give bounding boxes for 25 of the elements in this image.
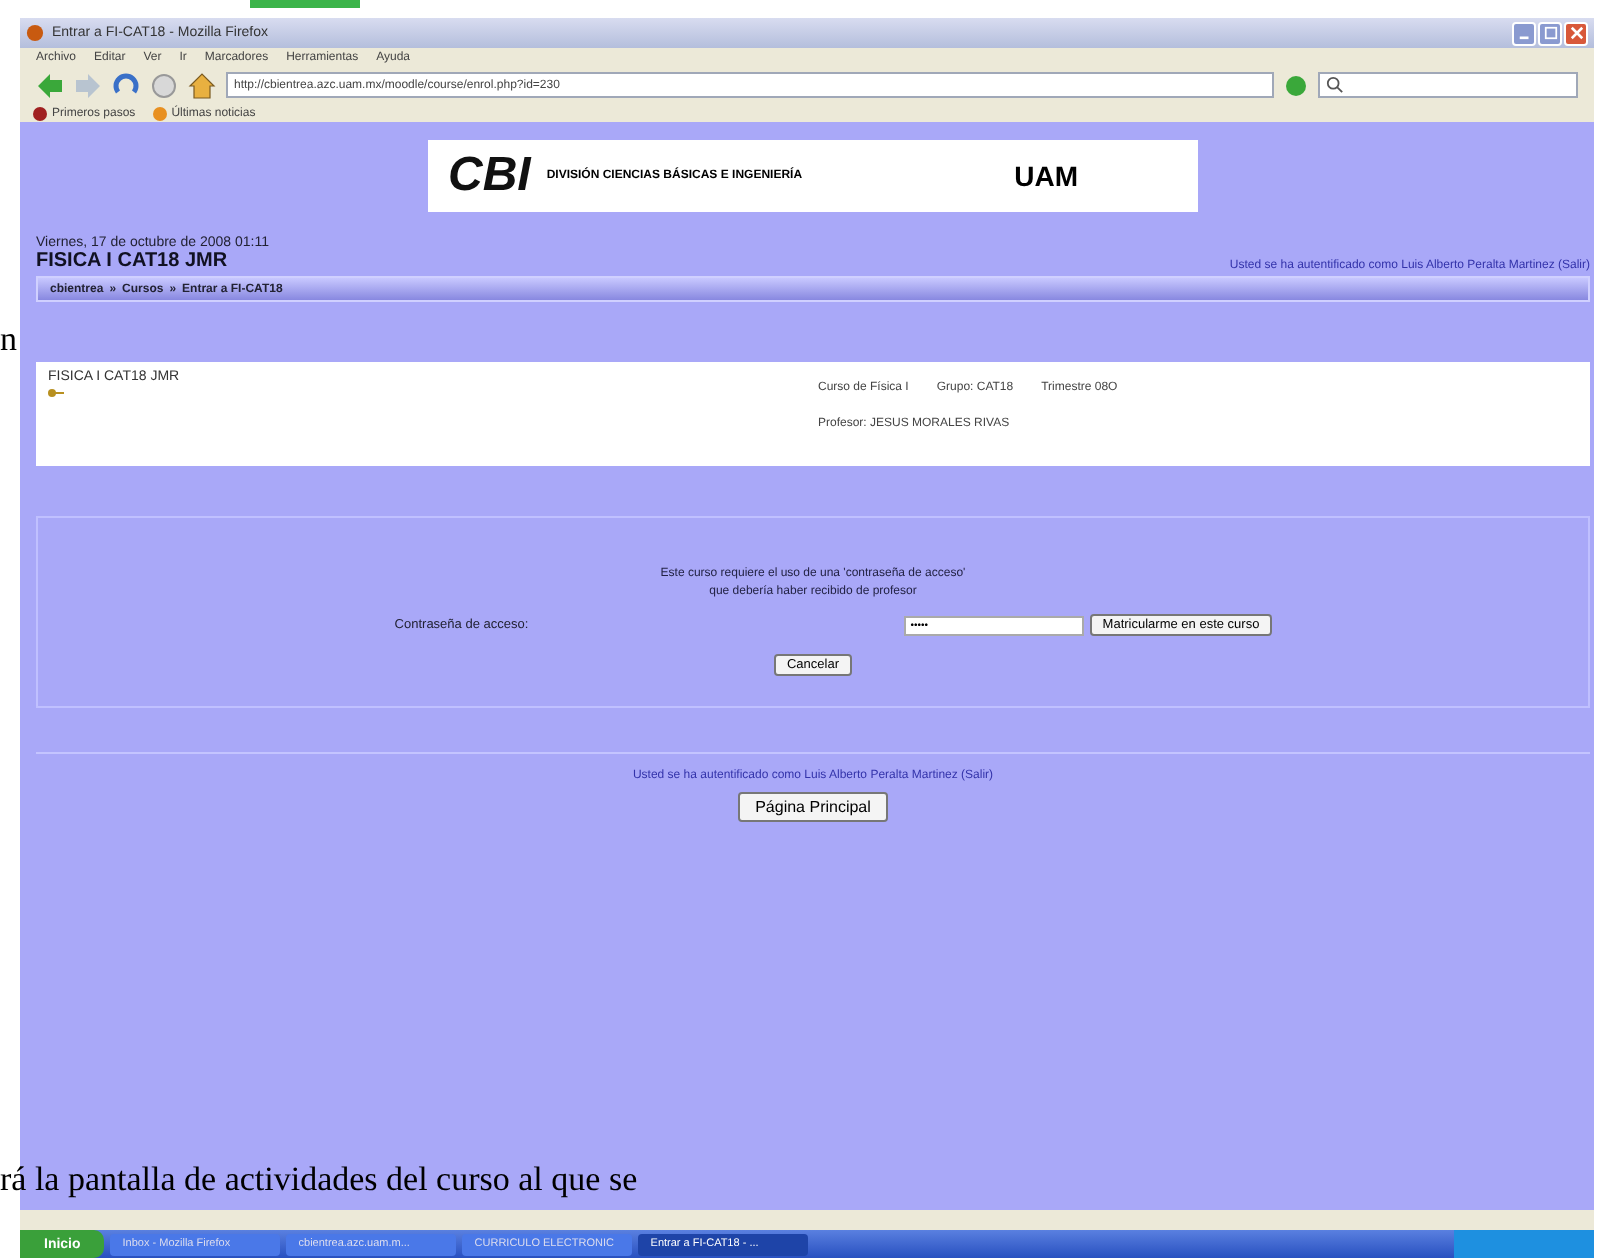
key-icon xyxy=(48,388,64,398)
bookmark-icon xyxy=(151,105,168,121)
document-text: n xyxy=(0,320,17,360)
back-icon[interactable] xyxy=(36,71,64,99)
logo: UAM xyxy=(1014,160,1078,192)
minimize-button[interactable] xyxy=(1512,21,1536,45)
course-title: FISICA I CAT18 JMR xyxy=(36,250,230,272)
forward-icon[interactable] xyxy=(74,71,102,99)
maximize-button[interactable] xyxy=(1538,21,1562,45)
logo: CBI xyxy=(448,148,531,204)
system-tray xyxy=(1454,1230,1594,1258)
close-button[interactable] xyxy=(1564,21,1588,45)
search-icon xyxy=(1326,76,1344,94)
home-icon[interactable] xyxy=(188,71,216,99)
bookmark-icon xyxy=(32,105,48,121)
document-text: rá la pantalla de actividades del curso al que se xyxy=(0,1160,638,1200)
reload-icon[interactable] xyxy=(112,71,140,99)
home-button[interactable]: Página Principal xyxy=(737,792,889,822)
search-field[interactable] xyxy=(1318,72,1578,98)
browser-icon xyxy=(26,24,44,42)
stop-icon[interactable] xyxy=(150,71,178,99)
go-icon[interactable] xyxy=(1284,73,1308,97)
maximize-icon xyxy=(1543,26,1557,40)
highlight-bar xyxy=(250,0,360,8)
close-icon xyxy=(1569,26,1583,40)
